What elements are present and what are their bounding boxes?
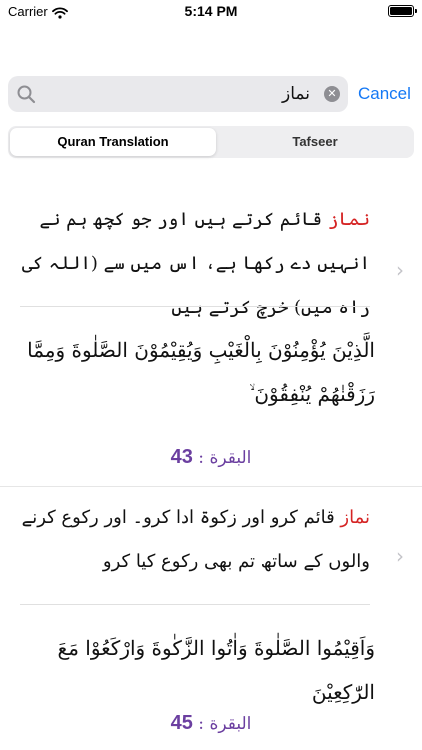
ayah-number: 43 [170,446,193,468]
tab-tafseer[interactable]: Tafseer [218,128,412,156]
tab-bar: Quran Translation Tafseer [8,126,414,158]
chevron-right-icon[interactable]: › [396,258,404,282]
verse-reference: البقرة : 43 [0,446,422,469]
search-input[interactable] [42,76,314,112]
arabic-verse: الَّذِيْنَ يُؤْمِنُوْنَ بِالْغَيْبِ وَيُ… [27,338,375,406]
clock: 5:14 PM [184,3,238,19]
divider [0,486,422,487]
translation-body: قائم کرتے ہیں اور جو کچھ ہم نے انہیں دے … [21,209,370,318]
clear-icon[interactable]: ✕ [324,86,340,102]
tab-quran-translation[interactable]: Quran Translation [10,128,216,156]
surah-name: البقرة [209,448,252,468]
verse-reference: البقرة : 45 [0,712,422,735]
result-item[interactable]: نماز قائم کرو اور زکوۃ ادا کرو۔ اور رکوع… [0,488,422,750]
highlighted-keyword: نماز [340,507,370,528]
result-item[interactable]: نماز قائم کرتے ہیں اور جو کچھ ہم نے انہی… [0,188,422,488]
reference-separator: : [192,448,210,468]
search-bar: ✕ [8,76,348,112]
arabic-verse: وَاَقِيْمُوا الصَّلٰوةَ وَاٰتُوا الزَّكٰ… [57,636,375,704]
translation-text: نماز قائم کرو اور زکوۃ ادا کرو۔ اور رکوع… [20,496,370,584]
chevron-right-icon[interactable]: › [396,544,404,568]
translation-text: نماز قائم کرتے ہیں اور جو کچھ ہم نے انہی… [20,198,370,330]
battery-icon [388,5,417,17]
search-icon [16,84,36,108]
divider [20,306,370,307]
divider [20,604,370,605]
status-bar: Carrier 5:14 PM [0,0,422,24]
ayah-number: 45 [170,712,193,734]
highlighted-keyword: نماز [327,209,370,230]
cancel-button[interactable]: Cancel [358,84,411,104]
surah-name: البقرة [209,714,252,734]
translation-body: قائم کرو اور زکوۃ ادا کرو۔ اور رکوع کرنے… [21,507,370,572]
reference-separator: : [192,714,210,734]
